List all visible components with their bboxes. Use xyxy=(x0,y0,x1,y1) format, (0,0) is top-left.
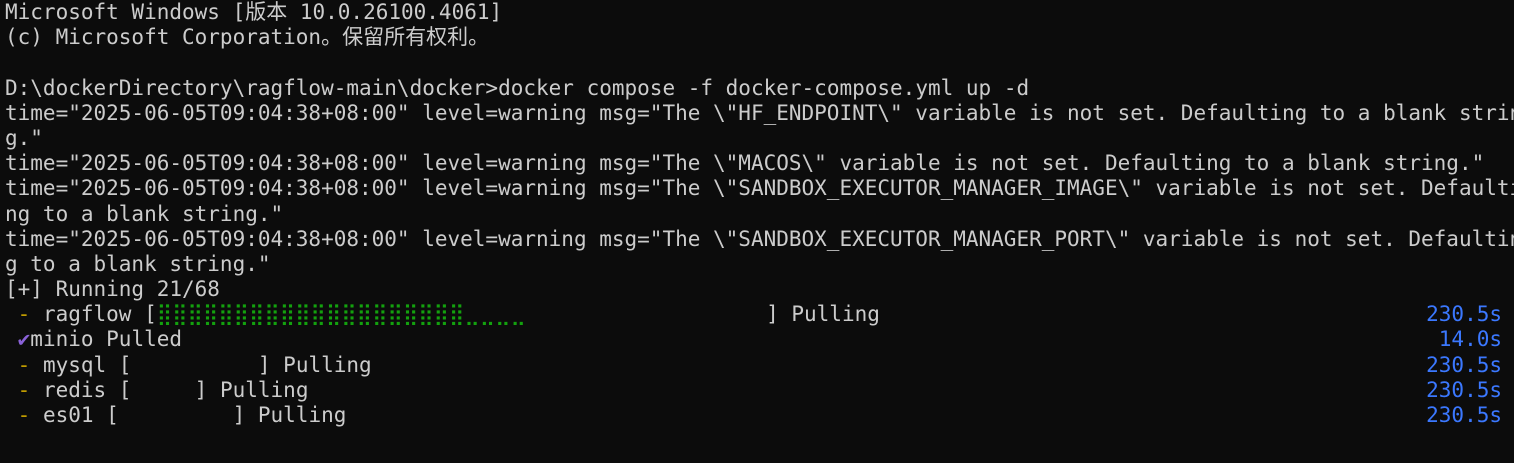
command-line: D:\dockerDirectory\ragflow-main\docker>d… xyxy=(5,76,1514,101)
service-status: ] Pulling xyxy=(766,302,880,327)
command-text: docker compose -f docker-compose.yml up … xyxy=(498,75,1030,100)
progress-bar-empty xyxy=(526,302,766,326)
service-name: minio Pulled xyxy=(30,327,183,352)
prompt: D:\dockerDirectory\ragflow-main\docker> xyxy=(5,75,499,100)
pending-marker: - xyxy=(5,352,43,377)
service-name: es01 [ xyxy=(42,403,119,427)
service-row-redis: - redis [ ] Pulling 230.5s xyxy=(5,378,1514,403)
warning-line: time="2025-06-05T09:04:38+08:00" level=w… xyxy=(5,151,1485,176)
warning-line-wrap: ng to a blank string." xyxy=(5,201,284,226)
elapsed-time: 230.5s xyxy=(1426,377,1502,402)
service-name: mysql [ xyxy=(42,352,132,377)
copyright-line: (c) Microsoft Corporation。保留所有权利。 xyxy=(5,25,490,50)
service-row-mysql: - mysql [ ] Pulling 230.5s xyxy=(5,353,1514,378)
check-icon: ✔ xyxy=(5,327,31,352)
service-row-ragflow: - ragflow [⣿⣿⣿⣿⣿⣿⣿⣿⣿⣿⣿⣿⣿⣿⣿⣿⣿⣿⣿⣿⣀⣀⣀⣀ ] Pu… xyxy=(5,302,1514,327)
pending-marker: - xyxy=(5,377,43,402)
header-line: Microsoft Windows [版本 10.0.26100.4061] xyxy=(5,0,503,24)
warning-line: time="2025-06-05T09:04:38+08:00" level=w… xyxy=(5,176,1514,201)
service-status: ] Pulling xyxy=(232,403,347,427)
progress-bar-empty xyxy=(131,353,257,377)
service-status: ] Pulling xyxy=(194,377,309,402)
elapsed-time: 14.0s xyxy=(1438,327,1502,352)
running-status: [+] Running 21/68 xyxy=(5,277,220,302)
progress-bar-empty xyxy=(131,378,194,402)
service-name: redis [ xyxy=(42,377,132,402)
warning-line-wrap: g." xyxy=(5,125,43,150)
service-row-es01: - es01 [ ] Pulling 230.5s xyxy=(5,403,1514,428)
warning-line-wrap: g to a blank string." xyxy=(5,251,271,276)
service-name: ragflow [ xyxy=(42,302,157,327)
progress-bar-filled: ⣿⣿⣿⣿⣿⣿⣿⣿⣿⣿⣿⣿⣿⣿⣿⣿⣿⣿⣿⣿⣀⣀⣀⣀ xyxy=(156,302,526,327)
elapsed-time: 230.5s xyxy=(1426,403,1502,427)
warning-line: time="2025-06-05T09:04:38+08:00" level=w… xyxy=(5,100,1514,125)
service-status: ] Pulling xyxy=(257,352,372,377)
warning-line: time="2025-06-05T09:04:38+08:00" level=w… xyxy=(5,226,1514,251)
elapsed-time: 230.5s xyxy=(1426,302,1502,327)
pending-marker: - xyxy=(5,302,43,327)
terminal-window[interactable]: Microsoft Windows [版本 10.0.26100.4061] (… xyxy=(0,0,1514,463)
elapsed-time: 230.5s xyxy=(1426,352,1502,377)
service-row-minio: ✔minio Pulled 14.0s xyxy=(5,327,1514,352)
progress-bar-empty xyxy=(119,403,233,427)
pending-marker: - xyxy=(5,403,43,427)
